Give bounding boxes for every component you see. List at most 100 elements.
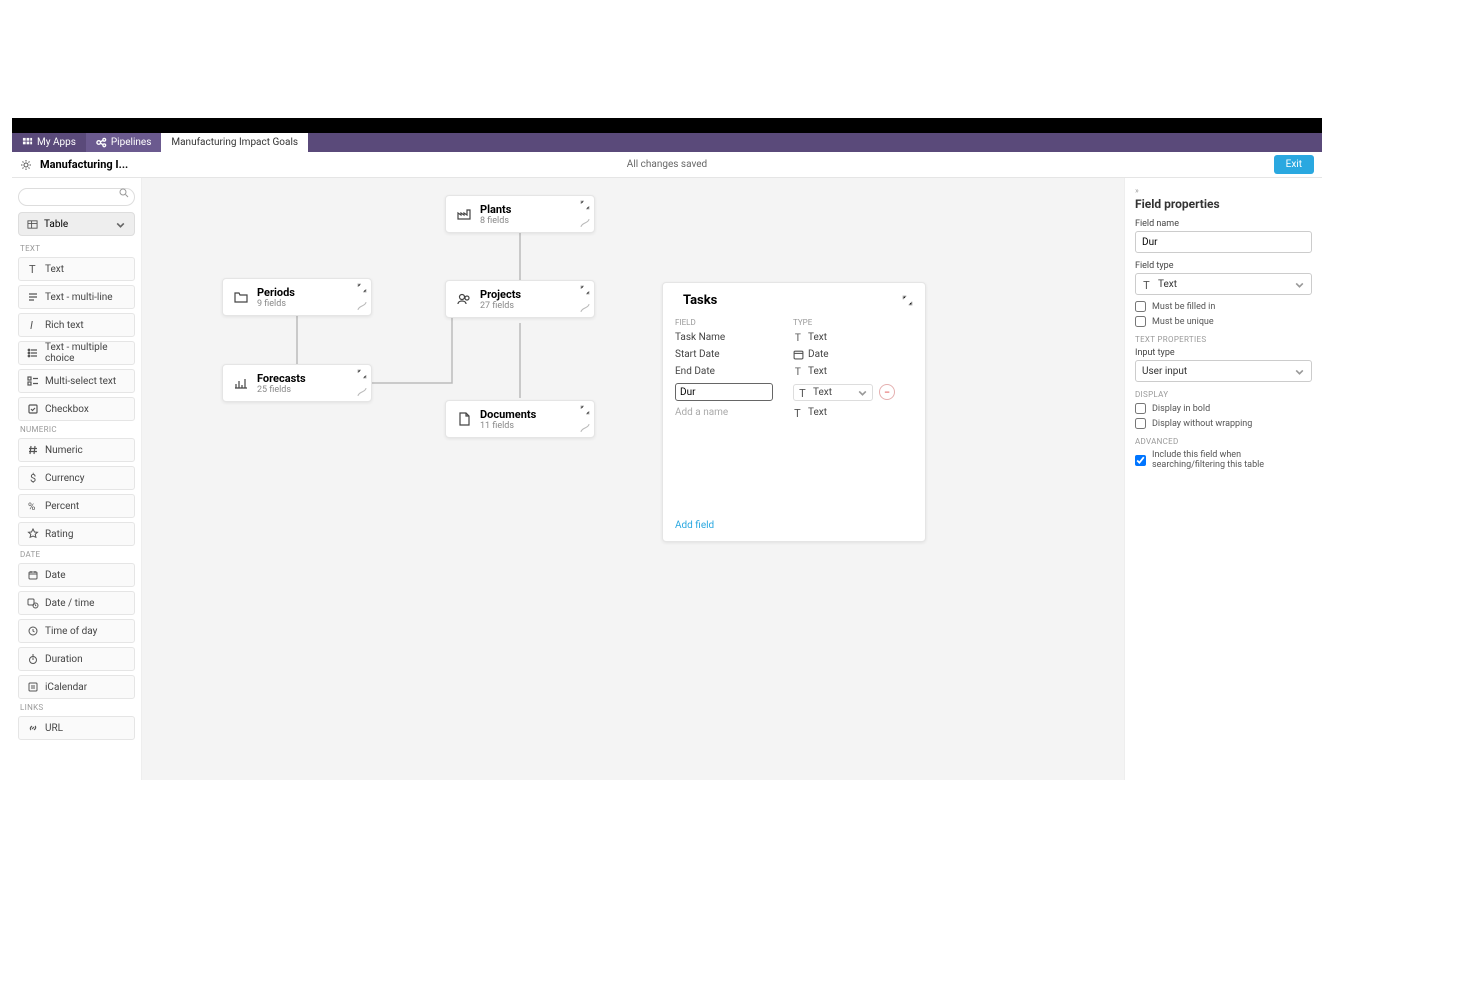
canvas[interactable]: Plants8 fields Periods9 fields Projects2… [142,178,1124,780]
nav-my-apps[interactable]: My Apps [12,133,86,152]
node-projects[interactable]: Projects27 fields [445,280,595,318]
include-search-checkbox[interactable] [1135,455,1146,466]
extra-type-label: Text [808,407,827,418]
percent-icon: % [27,500,39,512]
field-type-label: Text - multiple choice [45,342,126,364]
field-type-multi-select-text[interactable]: Multi-select text [18,369,135,393]
connector-icon[interactable] [580,423,590,433]
display-nowrap-checkbox[interactable] [1135,418,1146,429]
nav-active-tab[interactable]: Manufacturing Impact Goals [161,133,308,152]
field-type-rating[interactable]: Rating [18,522,135,546]
input-type-select[interactable]: User input [1135,360,1312,382]
field-type-numeric[interactable]: Numeric [18,438,135,462]
list-icon [27,347,39,359]
collapse-icon[interactable] [902,295,913,306]
field-type-text-multi-line[interactable]: Text - multi-line [18,285,135,309]
field-type-label: URL [45,723,63,734]
field-type-percent[interactable]: % Percent [18,494,135,518]
display-bold-label: Display in bold [1152,404,1210,414]
chevron-down-icon [1294,366,1305,377]
calendar-icon [27,569,39,581]
people-icon [456,291,472,307]
connector-icon[interactable] [357,301,367,311]
must-unique-label: Must be unique [1152,317,1214,327]
nav-pipelines-label: Pipelines [111,137,152,148]
svg-text:T: T [29,263,36,275]
expand-icon[interactable] [580,405,590,415]
expand-icon[interactable] [357,369,367,379]
properties-panel: » Field properties Field name Field type… [1124,178,1322,780]
T-icon: T [27,263,39,275]
connector-icon[interactable] [357,387,367,397]
node-sub: 25 fields [257,385,306,395]
connector-icon[interactable] [580,303,590,313]
display-bold-checkbox[interactable] [1135,403,1146,414]
new-field-type-select[interactable]: T Text [793,384,873,401]
field-type-label: Field type [1135,261,1312,271]
field-type: TText [793,366,827,377]
must-filled-checkbox[interactable] [1135,301,1146,312]
new-field-name-input[interactable] [675,383,773,401]
field-type-label: Text [45,264,64,275]
field-type-rich-text[interactable]: IRich text [18,313,135,337]
save-status: All changes saved [627,159,707,170]
nav-pipelines[interactable]: Pipelines [86,133,162,152]
nav-bar: My Apps Pipelines Manufacturing Impact G… [12,133,1322,152]
gear-icon[interactable] [20,159,32,171]
text-type-icon: T [793,407,804,418]
field-type-select[interactable]: T Text [1135,273,1312,295]
add-field-link[interactable]: Add field [675,520,913,531]
italic-icon: I [27,319,39,331]
field-type-date-time[interactable]: Date / time [18,591,135,615]
tasks-card[interactable]: Tasks FIELD TYPE Task NameTTextStart Dat… [662,282,926,542]
field-name-input[interactable] [1135,231,1312,253]
node-plants[interactable]: Plants8 fields [445,195,595,233]
node-sub: 9 fields [257,299,295,309]
folder-icon [233,289,249,305]
field-type-label: Currency [45,473,85,484]
link-icon [27,722,39,734]
field-type-text-multiple-choice[interactable]: Text - multiple choice [18,341,135,365]
must-filled-label: Must be filled in [1152,302,1215,312]
document-icon [456,411,472,427]
connector-icon[interactable] [580,218,590,228]
node-periods[interactable]: Periods9 fields [222,278,372,316]
field-type-icalendar[interactable]: iCalendar [18,675,135,699]
pipeline-icon [96,137,107,148]
field-row[interactable]: Task NameTText [675,329,913,346]
field-type-duration[interactable]: Duration [18,647,135,671]
field-type-checkbox[interactable]: Checkbox [18,397,135,421]
delete-field-button[interactable]: − [879,384,895,400]
field-type-text[interactable]: T Text [18,257,135,281]
field-type-label: Percent [45,501,79,512]
window-titlebar [12,118,1322,133]
field-type-date[interactable]: Date [18,563,135,587]
field-type-label: Date [45,570,66,581]
field-type-url[interactable]: URL [18,716,135,740]
must-unique-checkbox[interactable] [1135,316,1146,327]
field-type-time-of-day[interactable]: Time of day [18,619,135,643]
expand-icon[interactable] [580,285,590,295]
include-search-label: Include this field when searching/filter… [1152,450,1312,470]
add-name-placeholder[interactable]: Add a name [675,407,793,418]
field-row[interactable]: Start DateDate [675,346,913,363]
field-row[interactable]: End DateTText [675,363,913,380]
panel-title: Field properties [1135,197,1312,211]
search-input[interactable] [18,188,135,206]
expand-icon[interactable] [357,283,367,293]
text-type-icon: T [793,366,804,377]
chart-icon [233,375,249,391]
expand-icon[interactable] [580,200,590,210]
search-icon [119,188,129,198]
field-type-currency[interactable]: $Currency [18,466,135,490]
chevron-down-icon [1294,279,1305,290]
exit-button[interactable]: Exit [1274,155,1314,174]
svg-text:T: T [1143,279,1150,290]
node-documents[interactable]: Documents11 fields [445,400,595,438]
field-type-label: Checkbox [45,404,89,415]
display-nowrap-label: Display without wrapping [1152,419,1252,429]
node-forecasts[interactable]: Forecasts25 fields [222,364,372,402]
field-type-label: Time of day [45,626,97,637]
element-type-dropdown[interactable]: Table [18,212,135,236]
lines-icon [27,291,39,303]
